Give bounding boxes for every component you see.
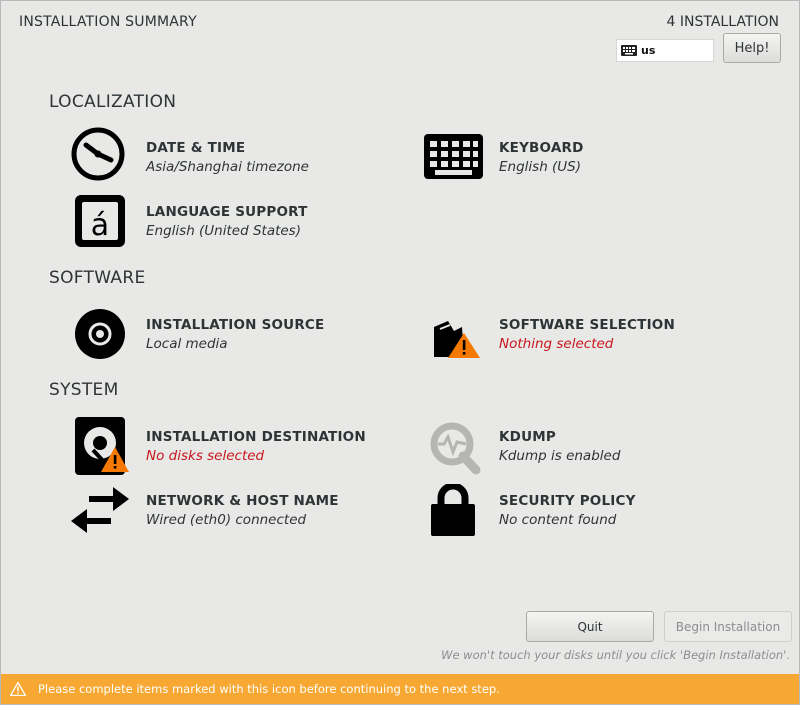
keyboard-small-icon (621, 45, 637, 56)
package-warning-icon (434, 321, 480, 358)
lock-icon (431, 484, 475, 536)
spoke-status: English (US) (499, 159, 582, 175)
spoke-title: LANGUAGE SUPPORT (146, 204, 308, 220)
spoke-title: NETWORK & HOST NAME (146, 493, 339, 509)
quit-button[interactable]: Quit (526, 611, 654, 642)
spoke-title: DATE & TIME (146, 140, 246, 156)
help-button[interactable]: Help! (723, 33, 781, 63)
keyboard-icon (424, 134, 483, 179)
spoke-status: English (United States) (146, 223, 301, 239)
spoke-status: Asia/Shanghai timezone (146, 159, 309, 175)
section-localization: LOCALIZATION (49, 92, 177, 112)
page-title: INSTALLATION SUMMARY (19, 14, 197, 30)
keyboard-layout-indicator[interactable]: us (616, 39, 714, 62)
spoke-status: No disks selected (146, 448, 265, 464)
harddisk-warning-icon (75, 417, 129, 475)
svg-text:á: á (91, 208, 109, 243)
spoke-title: INSTALLATION SOURCE (146, 317, 325, 333)
keyboard-layout-label: us (641, 44, 656, 57)
language-icon: á (75, 195, 125, 247)
product-title: 4 INSTALLATION (666, 14, 779, 30)
spoke-title: INSTALLATION DESTINATION (146, 429, 366, 445)
installer-window: INSTALLATION SUMMARY 4 INSTALLATION us H… (0, 0, 800, 705)
begin-installation-button[interactable]: Begin Installation (664, 611, 792, 642)
spoke-title: SECURITY POLICY (499, 493, 636, 509)
warning-bar: Please complete items marked with this i… (1, 674, 799, 704)
spoke-status: No content found (499, 512, 617, 528)
section-system: SYSTEM (49, 380, 119, 400)
warning-message: Please complete items marked with this i… (38, 682, 500, 696)
warning-icon (10, 682, 26, 696)
spoke-status: Wired (eth0) connected (146, 512, 307, 528)
spoke-status: Kdump is enabled (499, 448, 621, 464)
spoke-status: Local media (146, 336, 228, 352)
clock-icon (71, 127, 125, 181)
disk-safety-note: We won't touch your disks until you clic… (441, 648, 790, 662)
spoke-title: SOFTWARE SELECTION (499, 317, 675, 333)
section-software: SOFTWARE (49, 268, 146, 288)
spoke-status: Nothing selected (499, 336, 614, 352)
network-arrows-icon (71, 487, 129, 533)
kdump-magnifier-icon (430, 422, 481, 475)
disc-icon (75, 309, 125, 359)
spoke-title: KEYBOARD (499, 140, 584, 156)
spoke-title: KDUMP (499, 429, 556, 445)
